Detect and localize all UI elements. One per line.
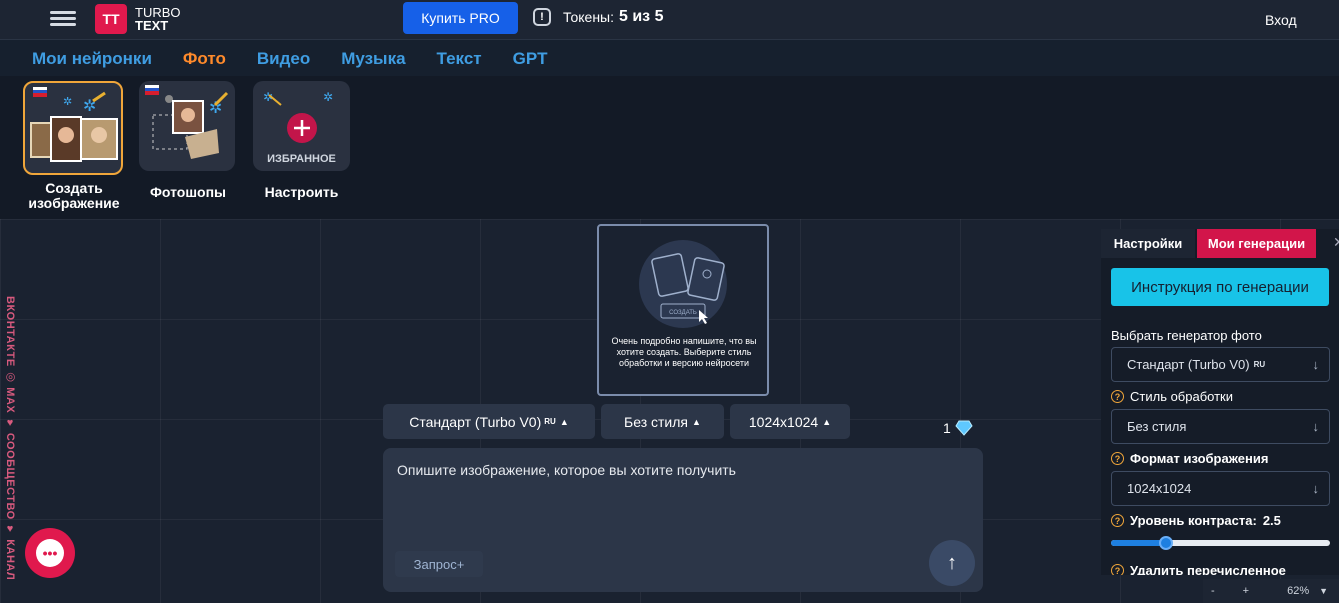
arrow-down-icon: ↓ (1312, 419, 1320, 434)
top-bar: TT TURBO TEXT Купить PRO ! Токены: 5 из … (0, 0, 1339, 40)
tool-create-image-label: Создать изображение (28, 180, 120, 211)
tool-photoshops[interactable]: ✲ (139, 81, 235, 171)
arrow-down-icon: ↓ (1312, 481, 1320, 496)
tokens-indicator: ! Токены: 5 из 5 (533, 8, 663, 26)
tab-photo[interactable]: Фото (183, 49, 226, 69)
tab-music[interactable]: Музыка (341, 49, 405, 69)
photoshops-thumbnail: ✲ (145, 85, 229, 159)
tools-row: ✲ ✲ Создать изображение ✲ Фотошопы ✲ ✲ И… (0, 76, 1339, 219)
style-select-label: Без стиля (624, 413, 689, 430)
zoom-bar: - + 62% ▼ (1203, 579, 1339, 603)
style-select[interactable]: Без стиля ↓ (1111, 409, 1330, 444)
tokens-value: 5 из 5 (619, 8, 664, 25)
cost-indicator: 1 (943, 420, 973, 436)
tokens-label: Токены: (563, 9, 614, 25)
tab-my-generations[interactable]: Мои генерации (1197, 229, 1316, 258)
cost-value: 1 (943, 420, 951, 436)
zoom-in-button[interactable]: + (1243, 585, 1249, 597)
style-label: ? Стиль обработки (1111, 389, 1233, 404)
svg-text:✲: ✲ (323, 90, 333, 104)
preview-hint: Очень подробно напишите, что вы хотите с… (611, 336, 757, 368)
prompt-input[interactable]: Опишите изображение, которое вы хотите п… (383, 448, 983, 592)
diamond-icon (955, 420, 973, 436)
info-icon[interactable]: ! (533, 8, 551, 26)
arrow-down-icon: ↓ (1312, 357, 1320, 372)
format-label: ? Формат изображения (1111, 451, 1268, 466)
tab-text[interactable]: Текст (437, 49, 482, 69)
login-link[interactable]: Вход (1265, 12, 1297, 28)
caret-up-icon: ▲ (822, 416, 832, 427)
tool-configure-label: Настроить (264, 184, 339, 200)
tab-gpt[interactable]: GPT (513, 49, 548, 69)
tab-settings[interactable]: Настройки (1101, 229, 1195, 258)
favorites-badge: ИЗБРАННОЕ (267, 153, 336, 165)
caret-up-icon: ▲ (692, 416, 701, 427)
zoom-level[interactable]: 62% (1287, 585, 1309, 597)
style-select-button[interactable]: Без стиля ▲ (601, 404, 724, 439)
format-select[interactable]: 1024x1024 ↓ (1111, 471, 1330, 506)
help-icon[interactable]: ? (1111, 390, 1124, 403)
generator-value: Стандарт (Turbo V0) (1127, 357, 1250, 372)
contrast-slider-fill (1111, 540, 1166, 546)
style-value: Без стиля (1127, 419, 1187, 434)
arrow-up-icon: ↑ (947, 551, 957, 574)
prompt-placeholder: Опишите изображение, которое вы хотите п… (397, 462, 736, 478)
model-select-label: Стандарт (Turbo V0) (409, 413, 542, 430)
tool-configure[interactable]: ✲ ✲ ИЗБРАННОЕ (253, 81, 350, 171)
help-icon[interactable]: ? (1111, 564, 1124, 575)
menu-icon[interactable] (50, 8, 76, 30)
logo[interactable]: TT TURBO TEXT (95, 4, 181, 34)
contrast-slider-handle[interactable] (1158, 536, 1173, 550)
query-plus-button[interactable]: Запрос+ (395, 551, 483, 577)
tab-video[interactable]: Видео (257, 49, 310, 69)
size-select-label: 1024x1024 (748, 413, 819, 430)
close-icon[interactable]: ✕ (1333, 234, 1339, 251)
logo-line2: TEXT (135, 18, 169, 33)
caret-up-icon: ▲ (559, 416, 569, 427)
model-select-button[interactable]: Стандарт (Turbo V0) RU ▲ (383, 404, 595, 439)
preview-illustration-icon: СОЗДАТЬ (639, 240, 727, 328)
instruction-button[interactable]: Инструкция по генерации (1111, 268, 1329, 306)
chat-icon: ••• (36, 539, 64, 567)
contrast-value: 2.5 (1262, 513, 1281, 528)
help-icon[interactable]: ? (1111, 514, 1124, 527)
model-tag: RU (544, 417, 556, 426)
chat-button[interactable]: ••• (25, 528, 75, 578)
send-button[interactable]: ↑ (929, 540, 975, 586)
generator-label: Выбрать генератор фото (1111, 328, 1262, 343)
settings-panel: Настройки Мои генерации ✕ Инструкция по … (1101, 229, 1339, 575)
remove-label: ? Удалить перечисленное (1111, 563, 1286, 575)
generator-tag: RU (1253, 360, 1266, 369)
chevron-down-icon[interactable]: ▼ (1319, 586, 1328, 596)
contrast-slider[interactable] (1111, 536, 1330, 550)
tool-photoshops-label: Фотошопы (149, 184, 226, 200)
format-value: 1024x1024 (1127, 481, 1192, 496)
preview-create-label: СОЗДАТЬ (669, 310, 697, 316)
buy-pro-button[interactable]: Купить PRO (403, 2, 518, 34)
size-select-button[interactable]: 1024x1024 ▲ (730, 404, 850, 439)
social-links[interactable]: ВКОНТАКТЕ ◎ MAX ♥ СООБЩЕСТВО ♥ КАНАЛ (4, 296, 17, 580)
tab-my-networks[interactable]: Мои нейронки (32, 49, 152, 69)
svg-text:✲: ✲ (63, 96, 72, 108)
section-tabs: Мои нейронки Фото Видео Музыка Текст GPT (32, 49, 548, 69)
logo-mark: TT (95, 4, 127, 34)
help-icon[interactable]: ? (1111, 452, 1124, 465)
preview-card: СОЗДАТЬ Очень подробно напишите, что вы … (597, 224, 769, 396)
zoom-out-button[interactable]: - (1211, 585, 1215, 597)
generator-select[interactable]: Стандарт (Turbo V0) RU ↓ (1111, 347, 1330, 382)
create-image-thumbnail: ✲ ✲ (30, 87, 118, 162)
tool-create-image[interactable]: ✲ ✲ (23, 81, 123, 175)
contrast-label: ? Уровень контраста: 2.5 (1111, 513, 1281, 528)
